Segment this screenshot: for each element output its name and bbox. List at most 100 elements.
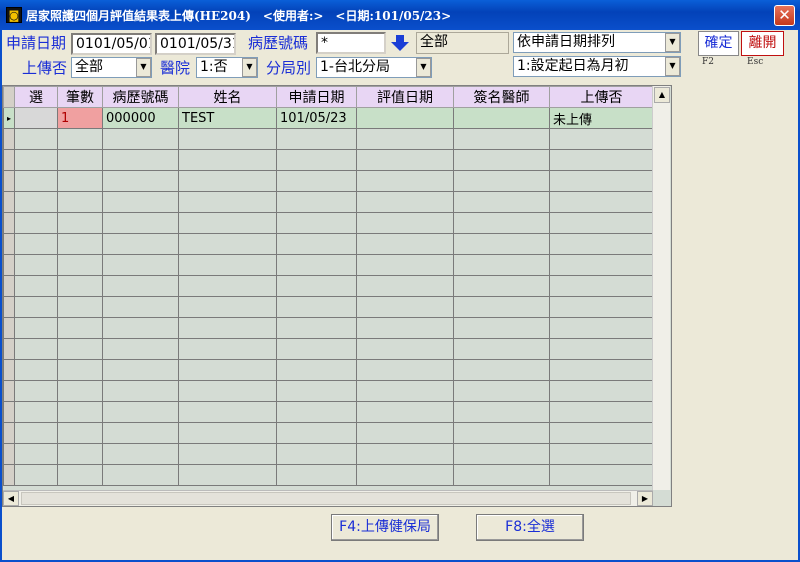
scroll-right-icon[interactable]: ▶ bbox=[637, 491, 653, 506]
grid-cell[interactable] bbox=[276, 212, 357, 234]
grid-cell[interactable] bbox=[549, 296, 654, 318]
grid-cell[interactable] bbox=[453, 170, 550, 192]
grid-cell[interactable] bbox=[276, 149, 357, 171]
grid-cell[interactable] bbox=[549, 212, 654, 234]
grid-cell[interactable] bbox=[178, 191, 277, 213]
table-row[interactable] bbox=[3, 380, 654, 402]
date-from-input[interactable]: 0101/05/01 bbox=[71, 33, 152, 55]
dropdown-arrow-icon[interactable]: ▼ bbox=[416, 58, 431, 77]
grid-cell[interactable] bbox=[57, 443, 103, 465]
col-header-name[interactable]: 姓名 bbox=[178, 86, 277, 108]
dropdown-arrow-icon[interactable]: ▼ bbox=[665, 57, 680, 76]
grid-cell[interactable] bbox=[57, 359, 103, 381]
col-header-uploaded[interactable]: 上傳否 bbox=[549, 86, 654, 108]
lookup-button[interactable] bbox=[390, 33, 410, 53]
grid-cell[interactable] bbox=[356, 128, 454, 150]
scroll-thumb[interactable] bbox=[21, 492, 631, 505]
table-row[interactable] bbox=[3, 191, 654, 213]
grid-cell[interactable] bbox=[14, 254, 58, 276]
dropdown-arrow-icon[interactable]: ▼ bbox=[136, 58, 151, 77]
table-row[interactable] bbox=[3, 422, 654, 444]
grid-cell[interactable] bbox=[178, 275, 277, 297]
table-row[interactable] bbox=[3, 317, 654, 339]
grid-cell[interactable] bbox=[178, 212, 277, 234]
grid-cell[interactable] bbox=[549, 338, 654, 360]
grid-cell[interactable] bbox=[102, 317, 179, 339]
grid-cell[interactable] bbox=[57, 275, 103, 297]
grid-cell[interactable] bbox=[453, 275, 550, 297]
grid-cell[interactable] bbox=[102, 149, 179, 171]
dropdown-arrow-icon[interactable]: ▼ bbox=[242, 58, 257, 77]
grid-cell[interactable] bbox=[14, 212, 58, 234]
grid-cell[interactable] bbox=[178, 233, 277, 255]
col-header-record-no[interactable]: 病歷號碼 bbox=[102, 86, 179, 108]
grid-cell[interactable] bbox=[14, 275, 58, 297]
grid-cell[interactable] bbox=[57, 233, 103, 255]
upload-select[interactable]: 全部 ▼ bbox=[71, 57, 152, 78]
grid-cell[interactable] bbox=[102, 191, 179, 213]
close-button[interactable]: ✕ bbox=[774, 5, 795, 26]
grid-cell[interactable] bbox=[14, 338, 58, 360]
cell-apply-date[interactable]: 101/05/23 bbox=[276, 107, 357, 129]
cell-select[interactable] bbox=[14, 107, 58, 129]
grid-cell[interactable] bbox=[178, 317, 277, 339]
grid-cell[interactable] bbox=[549, 254, 654, 276]
grid-cell[interactable] bbox=[276, 254, 357, 276]
table-row[interactable] bbox=[3, 233, 654, 255]
grid-cell[interactable] bbox=[178, 170, 277, 192]
table-row[interactable] bbox=[3, 443, 654, 465]
grid-cell[interactable] bbox=[549, 422, 654, 444]
date-to-input[interactable]: 0101/05/31 bbox=[155, 33, 236, 55]
grid-cell[interactable] bbox=[356, 401, 454, 423]
grid-cell[interactable] bbox=[549, 128, 654, 150]
grid-cell[interactable] bbox=[178, 380, 277, 402]
col-header-apply-date[interactable]: 申請日期 bbox=[276, 86, 357, 108]
grid-cell[interactable] bbox=[549, 401, 654, 423]
col-header-select[interactable]: 選 bbox=[14, 86, 58, 108]
table-row[interactable] bbox=[3, 401, 654, 423]
cell-count[interactable]: 1 bbox=[57, 107, 103, 129]
grid-cell[interactable] bbox=[57, 338, 103, 360]
grid-cell[interactable] bbox=[453, 401, 550, 423]
grid-cell[interactable] bbox=[57, 296, 103, 318]
grid-cell[interactable] bbox=[276, 275, 357, 297]
grid-cell[interactable] bbox=[178, 401, 277, 423]
grid-cell[interactable] bbox=[549, 380, 654, 402]
grid-cell[interactable] bbox=[549, 359, 654, 381]
grid-cell[interactable] bbox=[57, 149, 103, 171]
grid-cell[interactable] bbox=[14, 233, 58, 255]
grid-cell[interactable] bbox=[276, 317, 357, 339]
grid-cell[interactable] bbox=[453, 128, 550, 150]
grid-cell[interactable] bbox=[356, 296, 454, 318]
horizontal-scrollbar[interactable]: ◀ ▶ bbox=[3, 490, 653, 506]
grid-cell[interactable] bbox=[549, 149, 654, 171]
grid-cell[interactable] bbox=[356, 422, 454, 444]
grid-cell[interactable] bbox=[57, 317, 103, 339]
grid-cell[interactable] bbox=[57, 170, 103, 192]
grid-cell[interactable] bbox=[276, 464, 357, 486]
grid-cell[interactable] bbox=[453, 380, 550, 402]
grid-cell[interactable] bbox=[453, 422, 550, 444]
grid-cell[interactable] bbox=[356, 338, 454, 360]
grid-cell[interactable] bbox=[549, 464, 654, 486]
table-row[interactable] bbox=[3, 254, 654, 276]
table-row[interactable] bbox=[3, 212, 654, 234]
grid-cell[interactable] bbox=[57, 128, 103, 150]
grid-cell[interactable] bbox=[102, 233, 179, 255]
scroll-left-icon[interactable]: ◀ bbox=[3, 491, 19, 506]
grid-cell[interactable] bbox=[356, 170, 454, 192]
grid-cell[interactable] bbox=[14, 128, 58, 150]
grid-cell[interactable] bbox=[549, 443, 654, 465]
grid-cell[interactable] bbox=[102, 128, 179, 150]
grid-cell[interactable] bbox=[57, 401, 103, 423]
grid-cell[interactable] bbox=[356, 359, 454, 381]
cell-eval-date[interactable] bbox=[356, 107, 454, 129]
grid-cell[interactable] bbox=[102, 464, 179, 486]
grid-cell[interactable] bbox=[276, 296, 357, 318]
scroll-up-icon[interactable]: ▲ bbox=[654, 87, 670, 103]
grid-cell[interactable] bbox=[453, 149, 550, 171]
record-no-input[interactable]: * bbox=[316, 32, 386, 54]
grid-cell[interactable] bbox=[356, 233, 454, 255]
select-all-button[interactable]: F8:全選 bbox=[476, 514, 584, 541]
grid-cell[interactable] bbox=[276, 338, 357, 360]
